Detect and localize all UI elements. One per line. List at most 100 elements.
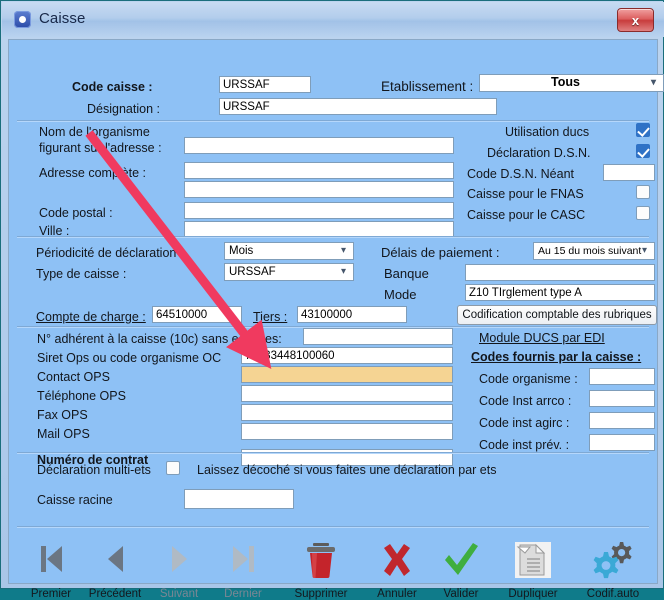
valider-label: Valider xyxy=(444,588,479,600)
etablissement-select[interactable]: Tous ▾ xyxy=(479,74,664,92)
annuler-button[interactable]: Annuler xyxy=(361,540,433,600)
declaration-dsn-label: Déclaration D.S.N. xyxy=(487,146,591,160)
fax-input[interactable] xyxy=(241,404,453,421)
caisse-fnas-label: Caisse pour le FNAS xyxy=(467,187,584,201)
ducs-subtitle: Codes fournis par la caisse : xyxy=(471,350,641,364)
duplicate-pages-icon xyxy=(513,541,553,579)
caisse-window: Caisse x Code caisse : URSSAF Etablissem… xyxy=(0,0,664,589)
contact-input[interactable] xyxy=(241,366,453,383)
dupliquer-button[interactable]: Dupliquer xyxy=(497,540,569,600)
adresse-input-1[interactable] xyxy=(184,162,454,179)
code-inst-prev-label: Code inst prév. : xyxy=(479,438,569,452)
telephone-input[interactable] xyxy=(241,385,453,402)
periodicite-value: Mois xyxy=(229,245,253,257)
form-client-area: Code caisse : URSSAF Etablissement : Tou… xyxy=(8,39,658,584)
caisse-casc-checkbox[interactable] xyxy=(636,206,650,220)
caisse-fnas-checkbox[interactable] xyxy=(636,185,650,199)
chevron-down-icon: ▾ xyxy=(639,245,650,256)
designation-label: Désignation : xyxy=(87,102,160,116)
close-icon: x xyxy=(618,9,653,31)
divider-5 xyxy=(17,526,649,528)
multi-ets-hint: Laissez décoché si vous faites une décla… xyxy=(197,463,496,477)
mode-input[interactable]: Z10 TIrglement type A xyxy=(465,284,655,301)
tiers-input[interactable]: 43100000 xyxy=(297,306,407,323)
adresse-label: Adresse complète : xyxy=(39,166,146,180)
window-title: Caisse xyxy=(39,10,85,27)
supprimer-label: Supprimer xyxy=(294,588,347,600)
window-titlebar: Caisse x xyxy=(2,2,664,37)
siret-label: Siret Ops ou code organisme OC xyxy=(37,351,221,365)
annuler-label: Annuler xyxy=(377,588,417,600)
fax-label: Fax OPS xyxy=(37,408,88,422)
code-organisme-input[interactable] xyxy=(589,368,655,385)
next-record-icon xyxy=(172,542,187,576)
designation-input[interactable]: URSSAF xyxy=(219,98,497,115)
mail-input[interactable] xyxy=(241,423,453,440)
supprimer-button[interactable]: Supprimer xyxy=(285,540,357,600)
code-inst-arrco-input[interactable] xyxy=(589,390,655,407)
chevron-down-icon: ▾ xyxy=(338,266,349,277)
periodicite-select[interactable]: Mois ▾ xyxy=(224,242,354,260)
precedent-button[interactable]: Précédent xyxy=(79,540,151,600)
numero-adherent-input[interactable] xyxy=(303,328,453,345)
utilisation-ducs-checkbox[interactable] xyxy=(636,123,650,137)
compte-charge-input[interactable]: 64510000 xyxy=(152,306,242,323)
code-caisse-input[interactable]: URSSAF xyxy=(219,76,311,93)
close-button[interactable]: x xyxy=(617,8,654,32)
bottom-toolbar: Premier Précédent Suivant Dernier xyxy=(9,540,657,584)
first-record-icon xyxy=(41,542,62,576)
code-inst-prev-input[interactable] xyxy=(589,434,655,451)
declaration-dsn-checkbox[interactable] xyxy=(636,144,650,158)
section-declaration: Périodicité de déclaration : Mois ▾ Type… xyxy=(9,238,657,324)
declaration-multi-checkbox[interactable] xyxy=(166,461,180,475)
code-dsn-neant-label: Code D.S.N. Néant xyxy=(467,167,574,181)
code-inst-agirc-input[interactable] xyxy=(589,412,655,429)
organisme-label-line2: figurant sur l'adresse : xyxy=(39,141,162,155)
tiers-label: Tiers : xyxy=(253,310,287,324)
section-identification: Code caisse : URSSAF Etablissement : Tou… xyxy=(9,40,657,116)
gear-icon xyxy=(592,540,634,580)
chevron-down-icon: ▾ xyxy=(648,77,659,88)
type-caisse-select[interactable]: URSSAF ▾ xyxy=(224,263,354,281)
caisse-casc-label: Caisse pour le CASC xyxy=(467,208,585,222)
adresse-input-2[interactable] xyxy=(184,181,454,198)
section-address: Nom de l'organisme figurant sur l'adress… xyxy=(9,122,657,230)
last-record-icon xyxy=(233,542,254,576)
delais-value: Au 15 du mois suivant xyxy=(538,245,641,257)
previous-record-icon xyxy=(108,542,123,576)
check-mark-icon xyxy=(441,540,481,580)
code-organisme-label: Code organisme : xyxy=(479,372,578,386)
app-icon xyxy=(14,11,31,28)
code-dsn-neant-input[interactable] xyxy=(603,164,655,181)
banque-input[interactable] xyxy=(465,264,655,281)
precedent-label: Précédent xyxy=(89,588,141,600)
ducs-title: Module DUCS par EDI xyxy=(479,331,605,345)
trash-icon xyxy=(301,540,341,580)
cancel-cross-icon xyxy=(377,540,417,580)
numero-adherent-label: N° adhérent à la caisse (10c) sans espac… xyxy=(37,332,282,346)
codif-auto-button[interactable]: Codif.auto xyxy=(577,540,649,600)
section-adherent: N° adhérent à la caisse (10c) sans espac… xyxy=(9,328,657,450)
contact-label: Contact OPS xyxy=(37,370,110,384)
type-caisse-label: Type de caisse : xyxy=(36,267,126,281)
code-postal-input[interactable] xyxy=(184,202,454,219)
section-multi-ets: Déclaration multi-ets Laissez décoché si… xyxy=(9,454,657,514)
code-inst-agirc-label: Code inst agirc : xyxy=(479,416,569,430)
etablissement-value: Tous xyxy=(551,75,580,89)
dernier-button[interactable]: Dernier xyxy=(207,540,279,600)
premier-button[interactable]: Premier xyxy=(15,540,87,600)
delais-label: Délais de paiement : xyxy=(381,246,500,260)
caisse-racine-input[interactable] xyxy=(184,489,294,509)
codification-comptable-button[interactable]: Codification comptable des rubriques xyxy=(457,305,657,325)
suivant-button[interactable]: Suivant xyxy=(143,540,215,600)
organisme-input[interactable] xyxy=(184,137,454,154)
telephone-label: Téléphone OPS xyxy=(37,389,126,403)
delais-select[interactable]: Au 15 du mois suivant ▾ xyxy=(533,242,655,260)
suivant-label: Suivant xyxy=(160,588,198,600)
etablissement-label: Etablissement : xyxy=(381,80,473,94)
siret-input[interactable]: 75333448100060 xyxy=(241,347,453,364)
mail-label: Mail OPS xyxy=(37,427,90,441)
compte-charge-label: Compte de charge : xyxy=(36,310,146,324)
valider-button[interactable]: Valider xyxy=(425,540,497,600)
code-caisse-label: Code caisse : xyxy=(72,80,153,94)
